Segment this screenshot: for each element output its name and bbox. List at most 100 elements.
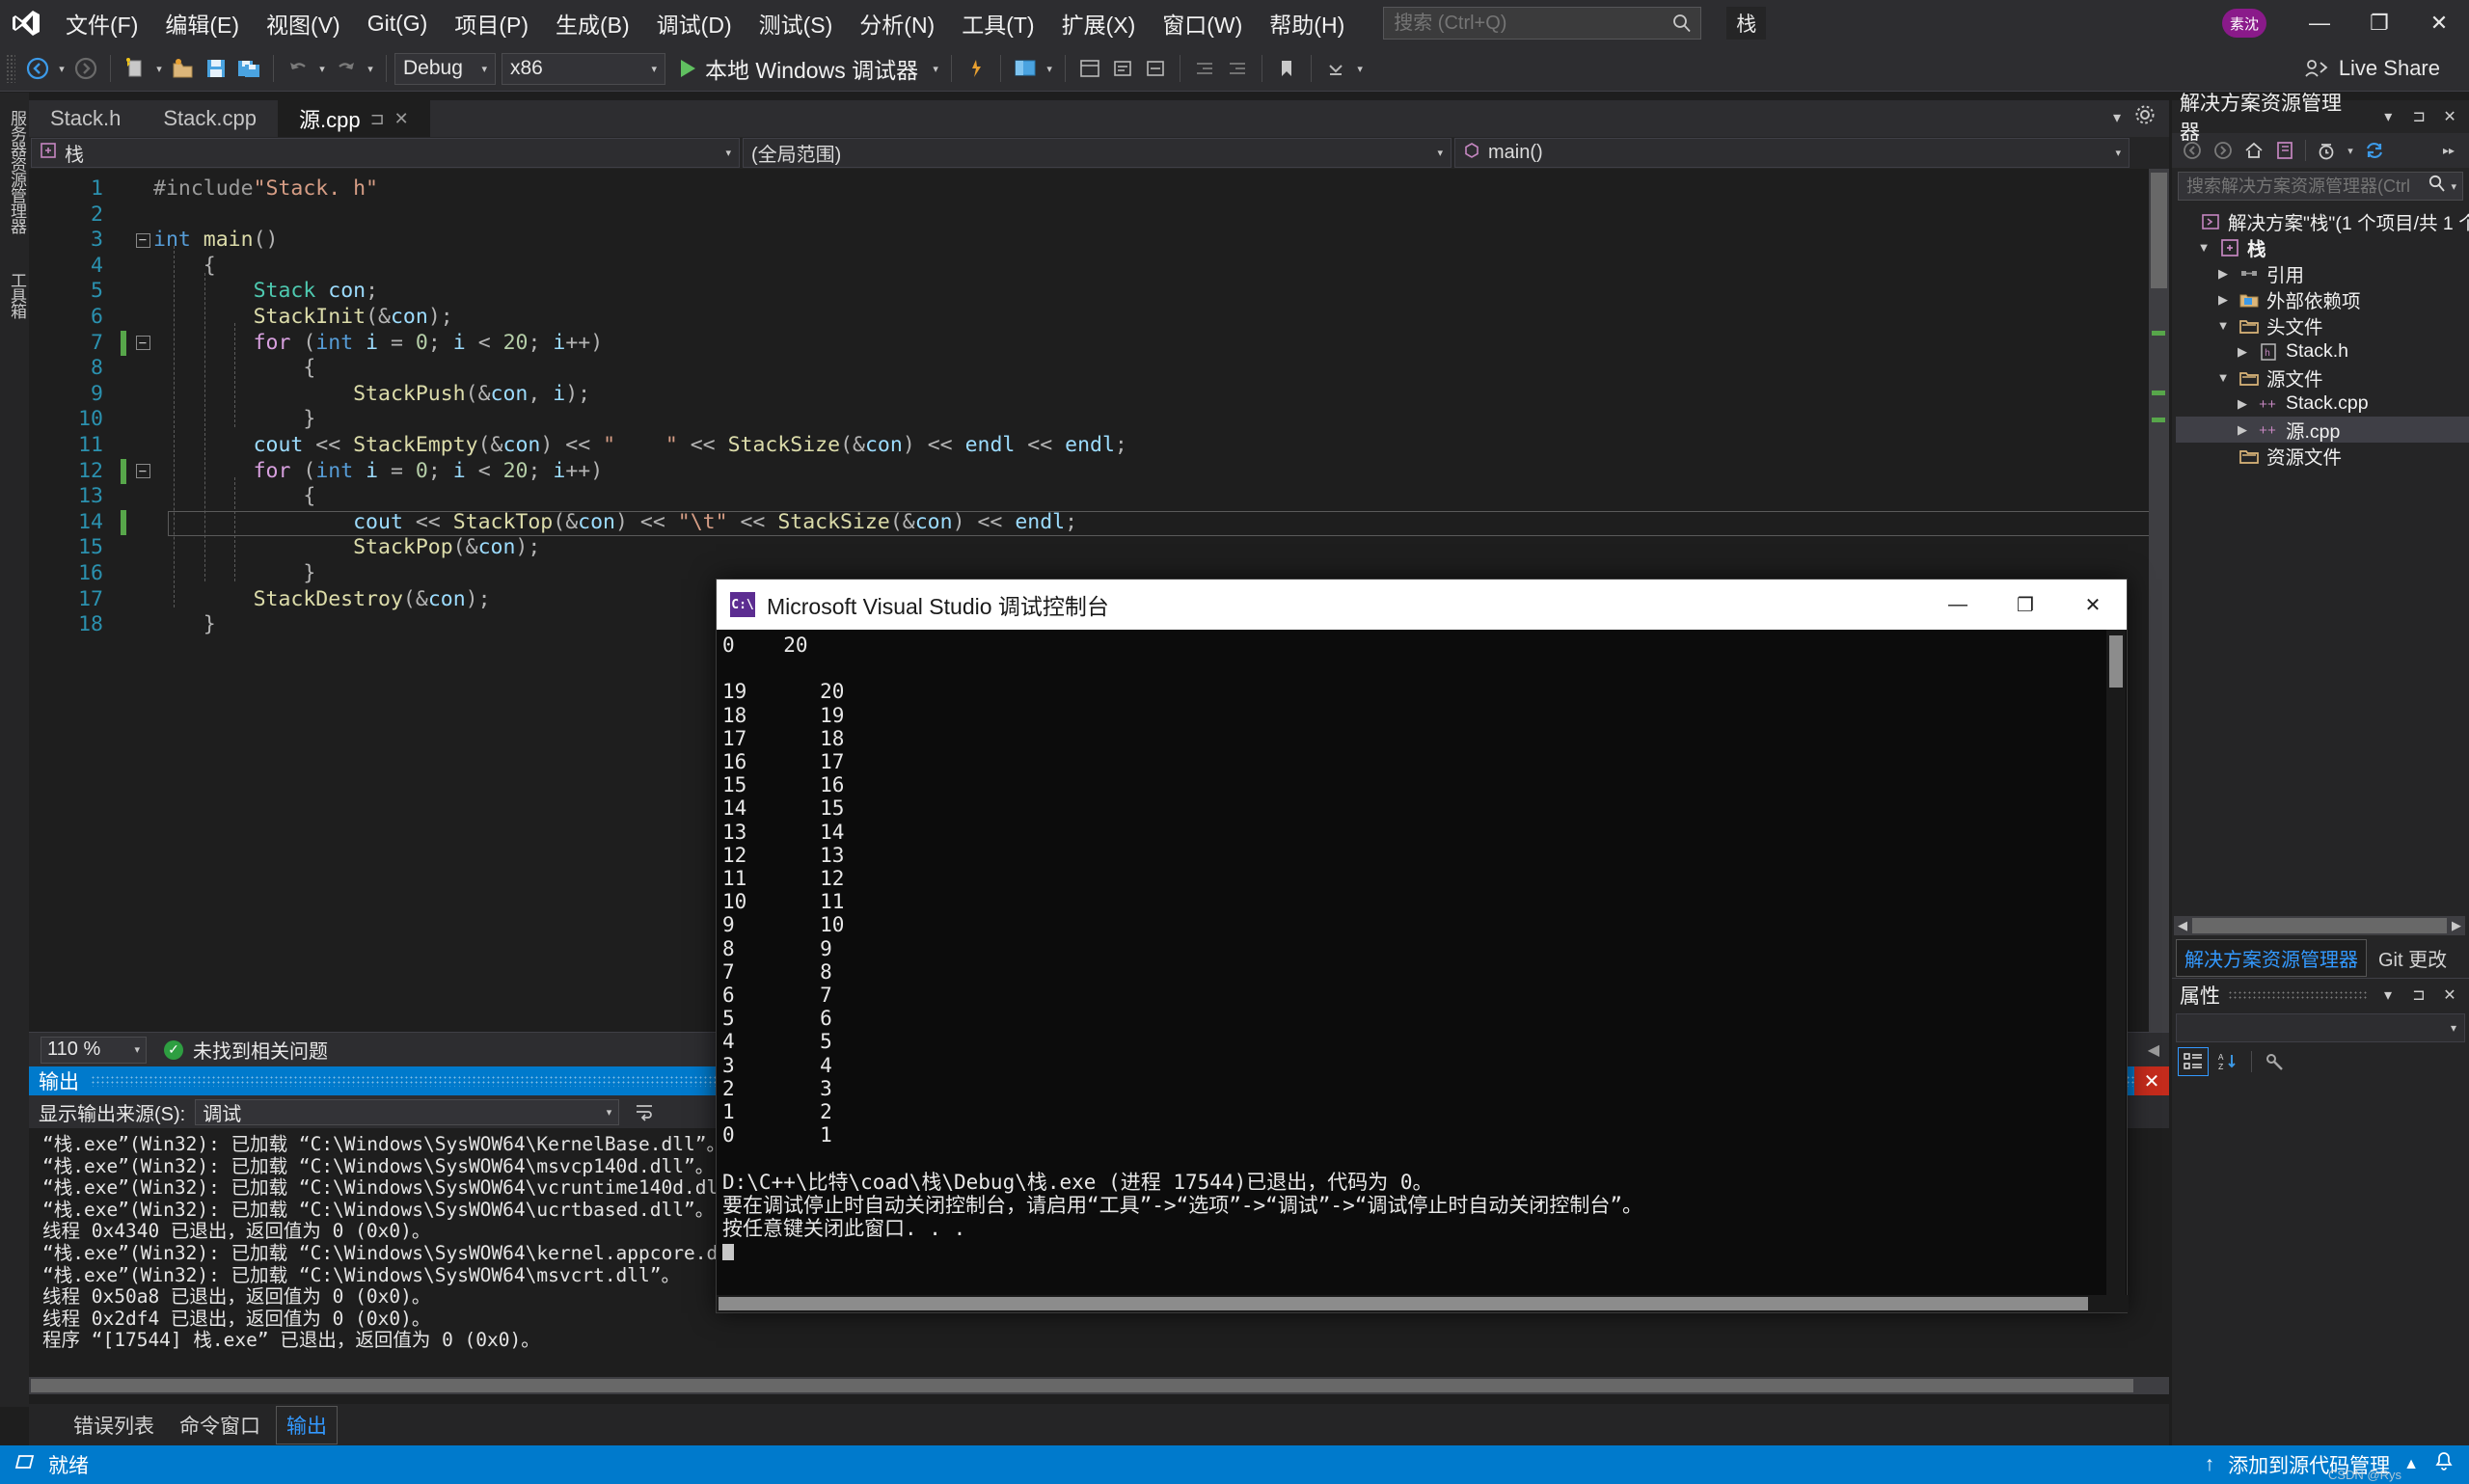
menu-file[interactable]: 文件(F) [52,0,151,46]
close-tab-icon[interactable]: ✕ [394,109,409,129]
code-line[interactable]: 2 [29,202,2169,229]
code-line[interactable]: 14 cout << StackTop(&con) << "\t" << Sta… [29,509,2169,536]
back-icon[interactable] [2178,136,2207,165]
navigate-forward-icon[interactable] [69,51,102,86]
menu-help[interactable]: 帮助(H) [1256,0,1358,46]
output-source-combo[interactable]: 调试 ▾ [195,1098,620,1125]
pending-changes-dropdown-icon[interactable]: ▾ [2343,136,2358,165]
dock-tab-git-changes[interactable]: Git 更改 [2371,940,2455,976]
document-tab-stack-cpp[interactable]: Stack.cpp [142,100,278,137]
console-scrollbar-thumb[interactable] [2109,635,2123,688]
bottom-tab-output[interactable]: 输出 [276,1405,338,1444]
code-line[interactable]: 15 StackPop(&con); [29,535,2169,561]
output-horizontal-scrollbar[interactable] [29,1377,2169,1394]
tree-expand-icon[interactable]: ▶ [2214,292,2232,308]
editor-scrollbar-thumb[interactable] [2151,173,2167,288]
console-output-text[interactable]: 0 20 19 20 18 19 17 18 16 17 15 16 14 15… [717,630,2127,1312]
fold-toggle-icon[interactable]: − [132,232,153,248]
console-minimize-button[interactable]: — [1924,580,1992,630]
alphabetical-sort-icon[interactable]: AZ [2212,1047,2243,1076]
tree-expand-icon[interactable]: ▶ [2234,422,2251,438]
save-icon[interactable] [200,51,232,86]
menu-analyze[interactable]: 分析(N) [846,0,948,46]
redo-dropdown-icon[interactable]: ▾ [363,51,378,86]
undo-dropdown-icon[interactable]: ▾ [314,51,330,86]
code-line[interactable]: 8 { [29,356,2169,382]
properties-object-combo[interactable]: ▾ [2176,1013,2465,1042]
tree-collapse-icon[interactable]: ▼ [2195,240,2212,255]
properties-panel-drag-handle[interactable] [2228,990,2369,1000]
bottom-tab-command-window[interactable]: 命令窗口 [170,1407,270,1444]
uncomment-block-icon[interactable] [1139,51,1172,86]
undo-icon[interactable] [282,51,314,86]
editor-zoom-combo[interactable]: 110 % ▾ [41,1036,147,1064]
scroll-left-icon[interactable]: ◀ [2174,918,2191,933]
editor-issue-status[interactable]: ✓ 未找到相关问题 [164,1036,328,1064]
code-line[interactable]: 1 #include"Stack. h" [29,176,2169,202]
menu-build[interactable]: 生成(B) [542,0,643,46]
bookmark-icon[interactable] [1270,51,1303,86]
search-filter-chevron-icon[interactable]: ▾ [2451,180,2456,193]
toolbar-overflow-icon[interactable]: ▸▸ [2434,136,2463,165]
solution-explorer-search-box[interactable]: ▾ [2178,172,2463,201]
code-line[interactable]: 10 } [29,407,2169,433]
new-project-icon[interactable] [119,51,151,86]
panel-menu-chevron-icon[interactable]: ▾ [2376,984,2400,1007]
save-all-icon[interactable] [232,51,265,86]
menu-project[interactable]: 项目(P) [441,0,542,46]
tree-node[interactable]: ▶ ++ Stack.cpp [2176,391,2469,417]
code-line[interactable]: 11 cout << StackEmpty(&con) << " " << St… [29,433,2169,459]
hot-reload-icon[interactable] [960,51,992,86]
pending-changes-icon[interactable] [2312,136,2341,165]
tree-expand-icon[interactable]: ▶ [2234,344,2251,360]
search-input[interactable] [1392,11,1672,36]
window-layout-dropdown-icon[interactable]: ▾ [1042,51,1057,86]
code-line[interactable]: 3 − int main() [29,228,2169,254]
close-panel-icon[interactable]: ✕ [2438,984,2461,1007]
menu-debug[interactable]: 调试(D) [643,0,746,46]
console-close-button[interactable]: ✕ [2059,580,2127,630]
code-line[interactable]: 12 − for (int i = 0; i < 20; i++) [29,458,2169,485]
insert-snippet-icon[interactable] [1073,51,1106,86]
navbar-project-combo[interactable]: 栈 ▾ [31,138,740,168]
bottom-tab-error-list[interactable]: 错误列表 [64,1407,164,1444]
navbar-scope-combo[interactable]: (全局范围) ▾ [743,138,1452,168]
code-line[interactable]: 6 StackInit(&con); [29,305,2169,331]
solution-explorer-search-input[interactable] [2184,175,2425,198]
tree-expand-icon[interactable]: ▶ [2234,396,2251,412]
comment-block-icon[interactable] [1106,51,1139,86]
tab-overflow-chevron-icon[interactable]: ▾ [2113,108,2121,127]
global-search-box[interactable] [1383,7,1702,40]
categorized-view-icon[interactable] [2178,1047,2209,1076]
panel-menu-chevron-icon[interactable]: ▾ [2376,105,2400,128]
solution-explorer-horizontal-scrollbar[interactable]: ◀ ▶ [2174,916,2465,935]
tree-collapse-icon[interactable]: ▼ [2214,370,2232,385]
tree-expand-icon[interactable]: ▶ [2214,266,2232,282]
solution-platform-combo[interactable]: x86 ▾ [502,52,665,85]
debug-console-window[interactable]: C:\ Microsoft Visual Studio 调试控制台 — ❐ ✕ … [716,579,2129,1313]
tree-node[interactable]: ▼ 栈 [2176,234,2469,260]
toolbar-grip[interactable] [6,54,15,83]
indent-increase-icon[interactable] [1221,51,1254,86]
menu-test[interactable]: 测试(S) [746,0,847,46]
window-layout-icon[interactable] [1009,51,1042,86]
new-project-dropdown-icon[interactable]: ▾ [151,51,167,86]
open-file-icon[interactable] [167,51,200,86]
console-maximize-button[interactable]: ❐ [1992,580,2059,630]
tree-node[interactable]: 资源文件 [2176,443,2469,469]
tree-node[interactable]: ▶ ++ 源.cpp [2176,417,2469,443]
notifications-bell-icon[interactable] [2432,1450,2455,1479]
tree-node[interactable]: ▶ h Stack.h [2176,338,2469,364]
window-minimize-button[interactable]: — [2290,0,2349,46]
solution-configuration-combo[interactable]: Debug ▾ [394,52,496,85]
dock-tab-solution-explorer[interactable]: 解决方案资源管理器 [2176,938,2367,977]
menu-edit[interactable]: 编辑(E) [151,0,253,46]
window-maximize-button[interactable]: ❐ [2349,0,2409,46]
pin-tab-icon[interactable]: ⊐ [370,109,385,129]
menu-extensions[interactable]: 扩展(X) [1048,0,1150,46]
solution-view-icon[interactable] [2270,136,2299,165]
code-line[interactable]: 7 − for (int i = 0; i < 20; i++) [29,330,2169,357]
close-panel-icon[interactable]: ✕ [2438,105,2461,128]
editor-scroll-left-icon[interactable]: ◀ [2148,1040,2159,1060]
refresh-icon[interactable] [2360,136,2389,165]
